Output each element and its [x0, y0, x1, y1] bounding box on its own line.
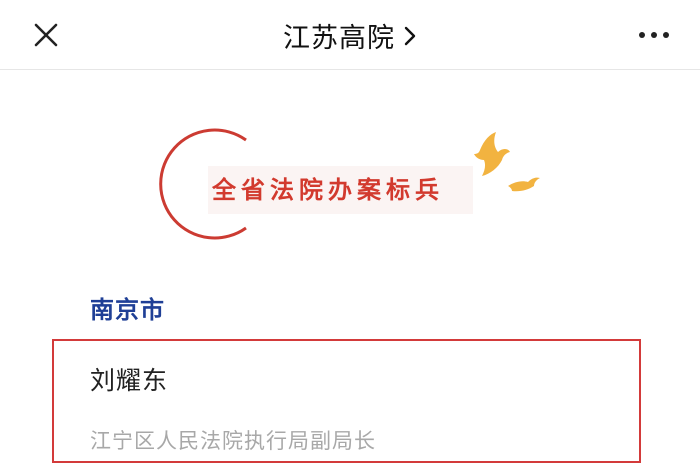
bird-icon [474, 132, 510, 176]
person-card: 刘耀东 江宁区人民法院执行局副局长 [52, 339, 641, 463]
account-name[interactable]: 江苏高院 [283, 16, 395, 55]
account-title-link[interactable]: 江苏高院 [0, 0, 700, 70]
honor-banner: 全省法院办案标兵 [150, 120, 560, 245]
bird-icon [508, 177, 540, 192]
chevron-right-icon [404, 26, 416, 46]
person-title: 江宁区人民法院执行局副局长 [90, 429, 376, 453]
article-page: 江苏高院 全省法院办案标兵 南京市 刘耀东 江宁区人民法院执行局副局长 [0, 0, 700, 475]
banner-title: 全省法院办案标兵 [212, 176, 444, 204]
more-icon[interactable] [636, 22, 672, 48]
top-navigation-bar: 江苏高院 [0, 0, 700, 70]
section-city-heading: 南京市 [90, 296, 165, 324]
person-name: 刘耀东 [90, 366, 169, 395]
